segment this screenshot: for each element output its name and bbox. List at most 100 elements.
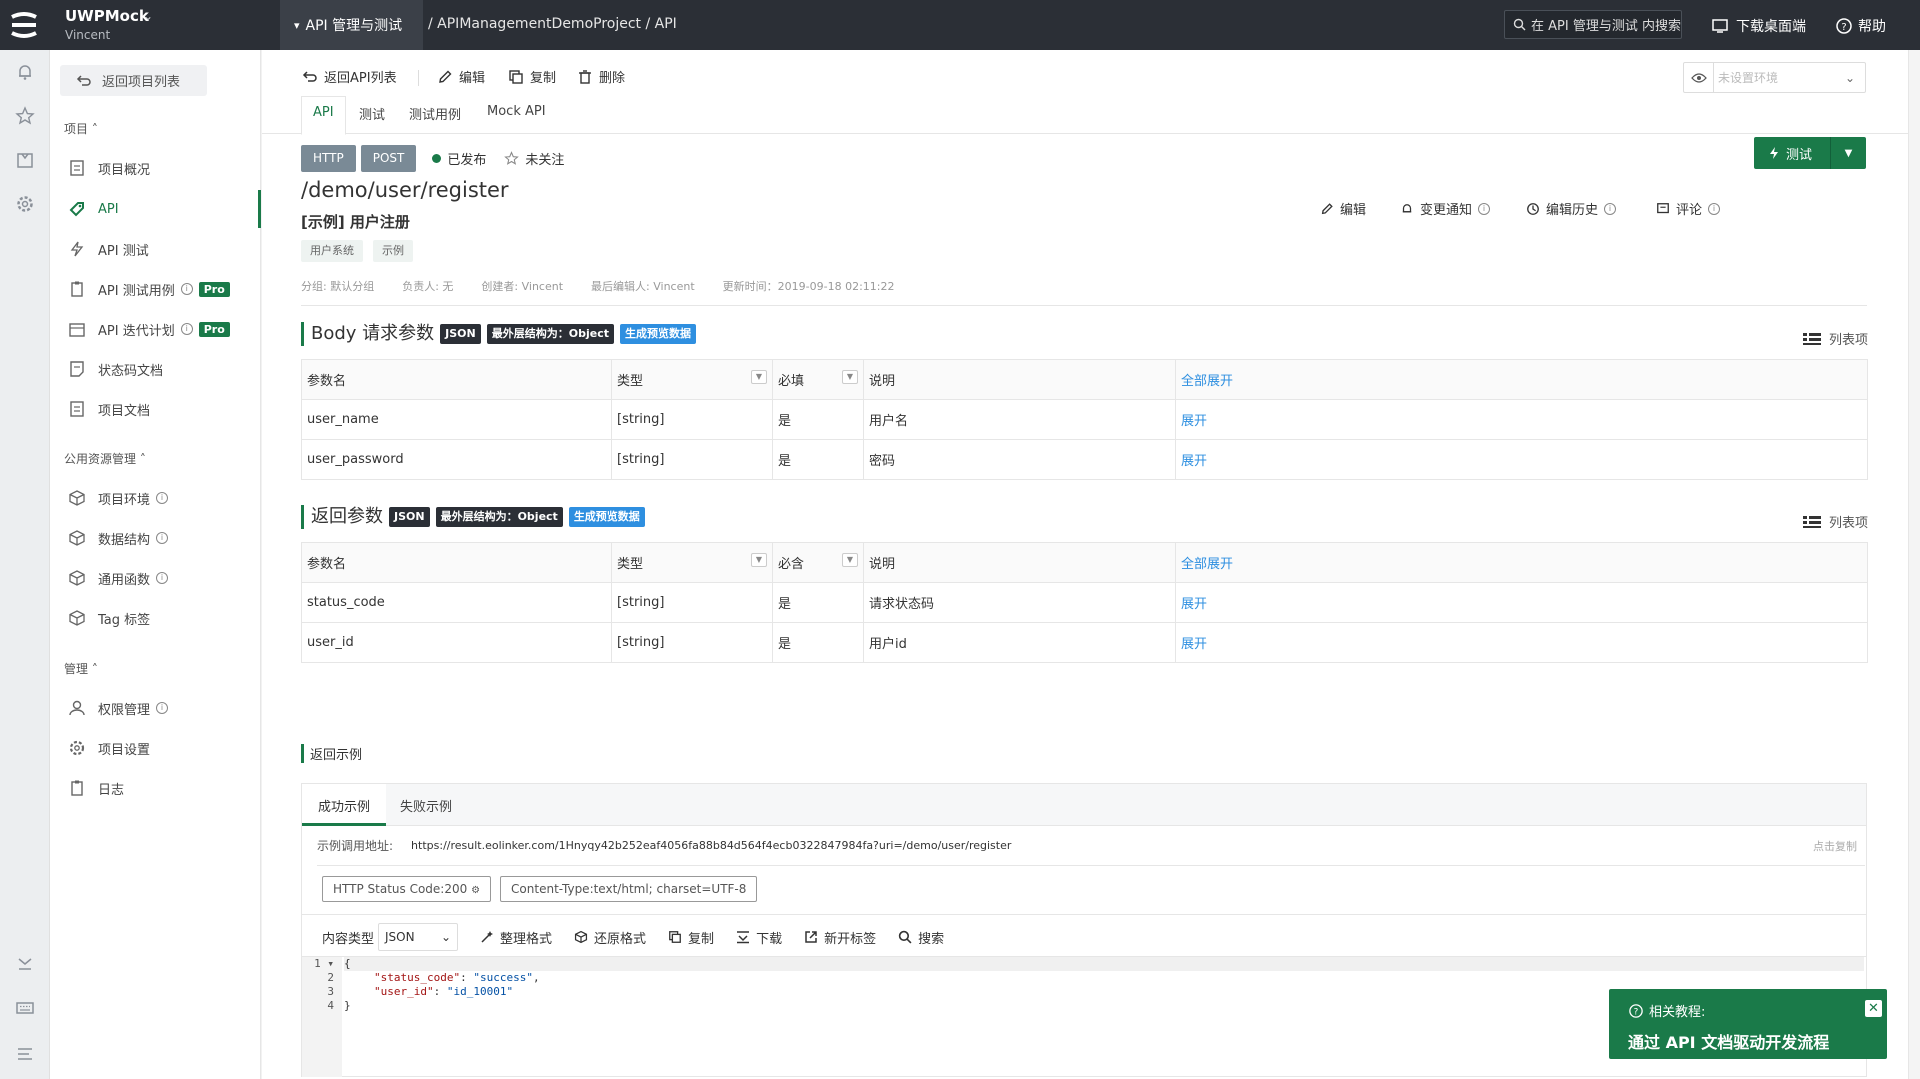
list-view-toggle[interactable]: 列表项 bbox=[1803, 329, 1868, 348]
collapse-down-icon[interactable] bbox=[15, 954, 35, 974]
api-tag[interactable]: 示例 bbox=[373, 240, 413, 262]
filter-icon[interactable]: ▼ bbox=[842, 553, 858, 567]
follow-status[interactable]: 未关注 bbox=[525, 149, 564, 168]
section-project[interactable]: 项目 ˄ bbox=[64, 120, 98, 137]
filter-icon[interactable]: ▼ bbox=[751, 370, 767, 384]
sidebar-item-environment[interactable]: 项目环境 i bbox=[50, 479, 261, 517]
environment-select[interactable]: 未设置环境 ⌄ bbox=[1683, 62, 1866, 93]
expand-link[interactable]: 展开 bbox=[1175, 622, 1868, 663]
generate-preview-button[interactable]: 生成预览数据 bbox=[568, 507, 645, 527]
info-icon[interactable]: i bbox=[156, 492, 169, 504]
tab-mock-api[interactable]: Mock API bbox=[487, 104, 546, 119]
tab-test[interactable]: 测试 bbox=[359, 104, 385, 123]
sidebar-item-functions[interactable]: 通用函数 i bbox=[50, 559, 261, 597]
generate-preview-button[interactable]: 生成预览数据 bbox=[619, 324, 696, 344]
bell-icon[interactable] bbox=[15, 62, 35, 82]
tab-success-example[interactable]: 成功示例 bbox=[302, 784, 387, 826]
tab-failure-example[interactable]: 失败示例 bbox=[400, 796, 452, 815]
test-dropdown-caret[interactable]: ▼ bbox=[1830, 137, 1866, 169]
copy-code-button[interactable]: 复制 bbox=[668, 928, 714, 947]
column-header-label: 类型 bbox=[617, 374, 644, 389]
section-resources[interactable]: 公用资源管理 ˄ bbox=[64, 450, 146, 467]
test-button[interactable]: 测试 ▼ bbox=[1754, 137, 1866, 169]
open-new-tab-button[interactable]: 新开标签 bbox=[804, 928, 876, 947]
content-type-pill[interactable]: Content-Type:text/html; charset=UTF-8 bbox=[500, 876, 758, 902]
app-name[interactable]: UWPMock bbox=[65, 7, 149, 25]
edit-button[interactable]: 编辑 bbox=[437, 67, 485, 86]
toast-title[interactable]: 通过 API 文档驱动开发流程 bbox=[1628, 1029, 1829, 1053]
info-icon[interactable]: i bbox=[180, 283, 193, 295]
close-icon[interactable]: ✕ bbox=[1865, 1000, 1882, 1017]
module-switcher[interactable]: ▾ API 管理与测试 bbox=[280, 0, 423, 50]
sidebar-item-project-docs[interactable]: 项目文档 bbox=[50, 390, 261, 428]
star-icon[interactable] bbox=[504, 151, 520, 166]
info-icon[interactable]: i bbox=[180, 323, 193, 335]
code-line: { bbox=[344, 957, 1864, 971]
star-icon[interactable] bbox=[15, 106, 35, 126]
expand-all-link[interactable]: 全部展开 bbox=[1175, 359, 1868, 400]
tab-api[interactable]: API bbox=[301, 96, 346, 135]
expand-link[interactable]: 展开 bbox=[1175, 399, 1868, 440]
divider bbox=[301, 305, 1867, 306]
breadcrumb[interactable]: / APIManagementDemoProject / API bbox=[428, 16, 677, 32]
back-to-api-list-button[interactable]: 返回API列表 bbox=[302, 67, 397, 86]
help-button[interactable]: ? 帮助 bbox=[1836, 16, 1886, 36]
search-button[interactable]: 搜索 bbox=[898, 928, 944, 947]
click-to-copy[interactable]: 点击复制 bbox=[1813, 838, 1857, 854]
delete-button[interactable]: 删除 bbox=[577, 67, 625, 86]
info-icon[interactable]: i bbox=[156, 532, 169, 544]
published-dot-icon bbox=[432, 154, 442, 163]
content-type-select[interactable]: JSON ⌄ bbox=[378, 923, 459, 951]
expand-link[interactable]: 展开 bbox=[1175, 439, 1868, 480]
menu-icon[interactable] bbox=[15, 1044, 35, 1064]
sidebar-item-logs[interactable]: 日志 bbox=[50, 769, 261, 807]
sidebar-item-permissions[interactable]: 权限管理 i bbox=[50, 689, 261, 727]
gear-icon[interactable] bbox=[15, 194, 35, 214]
history-icon bbox=[1526, 202, 1540, 216]
info-icon[interactable]: i bbox=[156, 702, 169, 714]
sidebar-item-status-codes[interactable]: 状态码文档 bbox=[50, 350, 261, 388]
download-desktop-button[interactable]: 下载桌面端 bbox=[1712, 16, 1806, 36]
sidebar-item-overview[interactable]: 项目概况 bbox=[50, 149, 261, 187]
logo-icon[interactable] bbox=[8, 11, 40, 39]
keyboard-icon[interactable] bbox=[15, 998, 35, 1018]
sidebar-item-api[interactable]: API bbox=[50, 190, 261, 228]
api-tag[interactable]: 用户系统 bbox=[301, 240, 363, 262]
filter-icon[interactable]: ▼ bbox=[842, 370, 858, 384]
sidebar-item-api-test[interactable]: API 测试 bbox=[50, 230, 261, 268]
change-notify-action[interactable]: 变更通知 i bbox=[1400, 199, 1491, 218]
info-icon[interactable]: i bbox=[1478, 202, 1491, 215]
download-button[interactable]: 下载 bbox=[736, 928, 782, 947]
sidebar-item-api-test-cases[interactable]: API 测试用例 i Pro bbox=[50, 270, 261, 308]
copy-label: 复制 bbox=[530, 71, 557, 86]
sidebar-item-tags[interactable]: Tag 标签 bbox=[50, 599, 261, 637]
sidebar-item-data-structure[interactable]: 数据结构 i bbox=[50, 519, 261, 557]
expand-link[interactable]: 展开 bbox=[1175, 582, 1868, 623]
box-icon[interactable] bbox=[15, 150, 35, 170]
info-icon[interactable]: i bbox=[156, 572, 169, 584]
status-code-pill[interactable]: HTTP Status Code:200 ⚙ bbox=[322, 876, 492, 902]
global-search[interactable]: 在 API 管理与测试 内搜索 bbox=[1504, 10, 1682, 39]
sidebar-item-project-settings[interactable]: 项目设置 bbox=[50, 729, 261, 767]
edit-action[interactable]: 编辑 bbox=[1320, 199, 1366, 218]
edit-history-action[interactable]: 编辑历史 i bbox=[1526, 199, 1617, 218]
comment-action[interactable]: 评论 i bbox=[1656, 199, 1721, 218]
tutorial-toast[interactable]: ? 相关教程: 通过 API 文档驱动开发流程 ✕ bbox=[1609, 989, 1887, 1059]
info-icon[interactable]: i bbox=[1604, 202, 1617, 215]
format-button[interactable]: 整理格式 bbox=[480, 928, 552, 947]
status-code-label: HTTP Status Code:200 bbox=[333, 882, 468, 896]
back-to-projects-button[interactable]: 返回项目列表 bbox=[60, 65, 207, 96]
publish-status[interactable]: 已发布 bbox=[447, 149, 486, 168]
sidebar-item-api-iteration[interactable]: API 迭代计划 i Pro bbox=[50, 310, 261, 348]
filter-icon[interactable]: ▼ bbox=[751, 553, 767, 567]
chevron-down-icon[interactable]: ⌄ bbox=[143, 9, 153, 23]
scrollbar[interactable] bbox=[1908, 50, 1920, 1079]
section-manage[interactable]: 管理 ˄ bbox=[64, 660, 98, 677]
expand-all-link[interactable]: 全部展开 bbox=[1175, 542, 1868, 583]
example-url[interactable]: https://result.eolinker.com/1Hnyqy42b252… bbox=[411, 839, 1813, 852]
restore-format-button[interactable]: 还原格式 bbox=[574, 928, 646, 947]
copy-button[interactable]: 复制 bbox=[508, 67, 556, 86]
info-icon[interactable]: i bbox=[1708, 202, 1721, 215]
tab-test-cases[interactable]: 测试用例 bbox=[409, 104, 461, 123]
list-view-toggle[interactable]: 列表项 bbox=[1803, 512, 1868, 531]
